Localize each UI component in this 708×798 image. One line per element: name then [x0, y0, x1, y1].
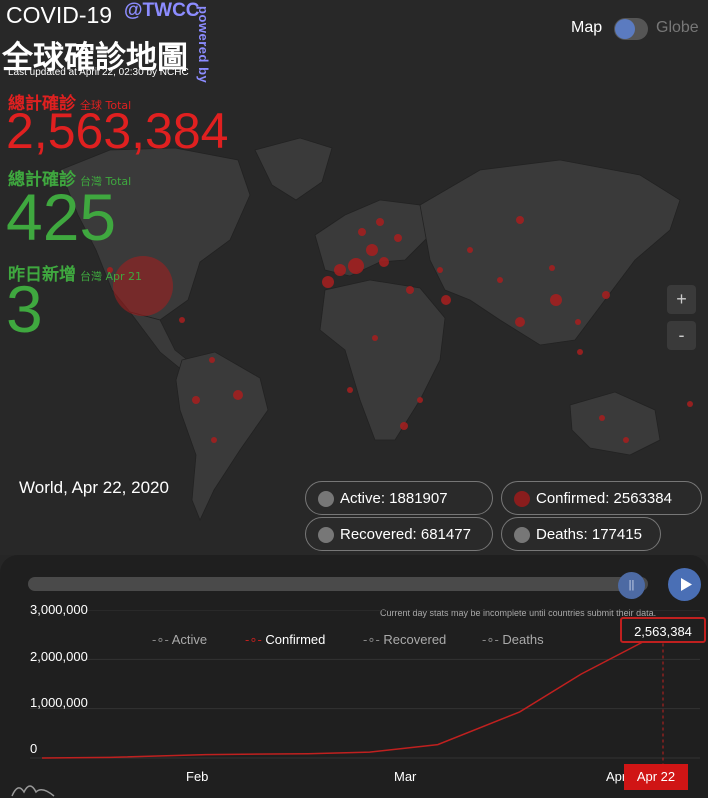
south-america-shape [175, 351, 269, 522]
europe-shape [314, 199, 431, 277]
legend-deaths[interactable]: -∘- Deaths [482, 632, 544, 648]
confirmed-series-line [41, 630, 664, 759]
chart-toggle-icon[interactable] [10, 778, 56, 798]
legend-recovered[interactable]: -∘- Recovered [363, 632, 446, 648]
y-tick-label: 2,000,000 [30, 649, 88, 664]
last-updated-text: Last updated at April 22, 02:30 by NCHC [8, 67, 189, 78]
legend-line-icon: -∘- [482, 632, 503, 647]
timeline-slider[interactable] [28, 577, 648, 591]
confirmed-filter-pill[interactable]: Confirmed: 2563384 [501, 481, 702, 515]
legend-line-icon: -∘- [245, 632, 266, 647]
twcc-link[interactable]: @TWCC [124, 0, 200, 22]
recovered-dot-icon [318, 527, 334, 543]
confirmed-dot-icon [514, 491, 530, 507]
y-tick-label: 3,000,000 [30, 602, 88, 617]
legend-deaths-label: Deaths [502, 632, 544, 647]
location-date-label: World, Apr 22, 2020 [19, 478, 169, 497]
recovered-filter-pill[interactable]: Recovered: 681477 [305, 517, 493, 551]
active-filter-pill[interactable]: Active: 1881907 [305, 481, 493, 515]
play-button[interactable] [668, 568, 701, 601]
pause-icon[interactable]: || [618, 572, 645, 599]
x-tick-label: Feb [186, 769, 209, 784]
powered-by-label: powered by [196, 6, 211, 84]
legend-active[interactable]: -∘- Active [152, 632, 207, 648]
date-badge: Apr 22 [624, 764, 688, 790]
cases-chart [30, 610, 700, 765]
legend-line-icon: -∘- [152, 632, 172, 647]
asia-shape [419, 159, 681, 346]
deaths-count: Deaths: 177415 [536, 526, 642, 543]
value-callout: 2,563,384 [620, 617, 706, 643]
greenland-shape [254, 137, 333, 201]
global-total-value: 2,563,384 [6, 103, 229, 159]
taiwan-daily-sublabel: 台灣 Apr 21 [80, 270, 143, 283]
legend-recovered-label: Recovered [383, 632, 447, 647]
legend-confirmed[interactable]: -∘- Confirmed [245, 632, 325, 648]
africa-shape [319, 279, 446, 441]
legend-active-label: Active [171, 632, 208, 647]
y-tick-label: 0 [30, 741, 38, 756]
globe-label[interactable]: Globe [656, 19, 699, 37]
map-globe-switch[interactable] [614, 18, 648, 40]
x-tick-label: Mar [394, 769, 417, 784]
recovered-count: Recovered: 681477 [340, 526, 471, 543]
taiwan-daily-value: 3 [6, 272, 43, 346]
play-icon [681, 578, 692, 591]
zoom-out-button[interactable]: - [667, 321, 696, 350]
active-dot-icon [318, 491, 334, 507]
legend-line-icon: -∘- [363, 632, 384, 647]
taiwan-total-value: 425 [6, 180, 117, 254]
map-label[interactable]: Map [571, 19, 602, 36]
australia-shape [569, 391, 661, 456]
y-tick-label: 1,000,000 [30, 695, 88, 710]
zoom-in-button[interactable]: + [667, 285, 696, 314]
active-count: Active: 1881907 [340, 490, 448, 507]
legend-confirmed-label: Confirmed [265, 632, 326, 647]
switch-knob [615, 19, 635, 39]
confirmed-count: Confirmed: 2563384 [536, 490, 672, 507]
deaths-dot-icon [514, 527, 530, 543]
deaths-filter-pill[interactable]: Deaths: 177415 [501, 517, 661, 551]
app-title: COVID-19 [6, 2, 113, 28]
view-toggle: Map [571, 19, 602, 37]
